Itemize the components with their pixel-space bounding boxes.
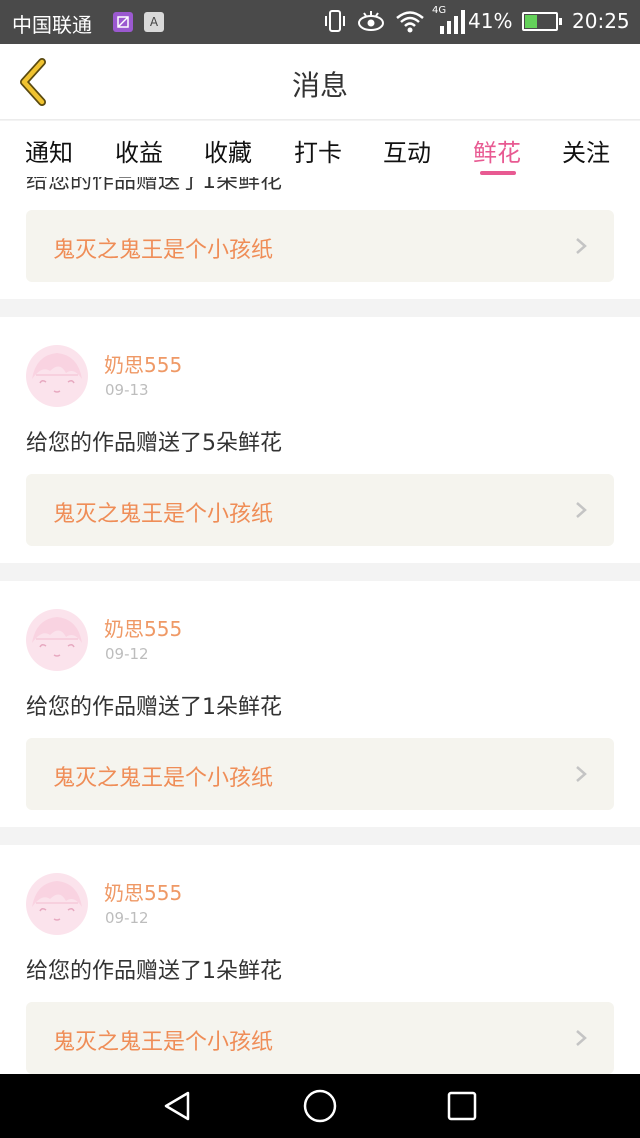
username[interactable]: 奶思555 (104, 877, 182, 906)
recents-square-icon[interactable] (444, 1088, 480, 1124)
tab-bar: 通知 收益 收藏 打卡 互动 鲜花 关注 (0, 121, 640, 177)
system-nav-bar (0, 1074, 640, 1138)
work-title: 鬼灭之鬼王是个小孩纸 (53, 1030, 274, 1055)
message-text: 给您的作品赠送了5朵鲜花 (26, 431, 282, 456)
username[interactable]: 奶思555 (104, 349, 182, 378)
battery-percent: 41% (468, 9, 513, 33)
home-circle-icon[interactable] (302, 1088, 338, 1124)
work-title: 鬼灭之鬼王是个小孩纸 (53, 502, 274, 527)
page-title: 消息 (291, 69, 348, 102)
message-text: 给您的作品赠送了1朵鲜花 (26, 695, 282, 720)
message-text: 给您的作品赠送了1朵鲜花 (26, 959, 282, 984)
message-date: 09-12 (105, 909, 149, 927)
username[interactable]: 奶思555 (104, 613, 182, 642)
chevron-right-icon (576, 502, 587, 518)
work-link[interactable]: 鬼灭之鬼王是个小孩纸 (26, 738, 614, 810)
active-tab-indicator (480, 171, 516, 175)
signal-icon (436, 8, 466, 40)
list-item: 奶思555 09-12 给您的作品赠送了1朵鲜花 鬼灭之鬼王是个小孩纸 (0, 581, 640, 827)
gallery-notification-icon (113, 12, 133, 32)
message-date: 09-13 (105, 381, 149, 399)
battery-icon (522, 12, 562, 31)
work-title: 鬼灭之鬼王是个小孩纸 (53, 238, 274, 263)
user-avatar[interactable] (26, 609, 88, 671)
list-item: 给您的作品赠送了1朵鲜花 鬼灭之鬼王是个小孩纸 (0, 177, 640, 299)
chevron-right-icon (576, 1030, 587, 1046)
tab-notifications[interactable]: 通知 (25, 133, 73, 168)
clock: 20:25 (572, 9, 630, 33)
vibrate-icon (322, 8, 348, 38)
tab-following[interactable]: 关注 (562, 133, 610, 168)
list-item: 奶思555 09-13 给您的作品赠送了5朵鲜花 鬼灭之鬼王是个小孩纸 (0, 317, 640, 563)
app-notification-icon: A (144, 12, 164, 32)
list-item: 奶思555 09-12 给您的作品赠送了1朵鲜花 鬼灭之鬼王是个小孩纸 (0, 845, 640, 1074)
chevron-right-icon (576, 766, 587, 782)
tab-flowers[interactable]: 鲜花 (473, 133, 521, 168)
work-link[interactable]: 鬼灭之鬼王是个小孩纸 (26, 474, 614, 546)
header-bar: 消息 (0, 44, 640, 120)
user-avatar[interactable] (26, 345, 88, 407)
tab-earnings[interactable]: 收益 (115, 133, 163, 168)
back-triangle-icon[interactable] (160, 1088, 196, 1124)
tab-checkin[interactable]: 打卡 (294, 133, 342, 168)
work-link[interactable]: 鬼灭之鬼王是个小孩纸 (26, 210, 614, 282)
message-text: 给您的作品赠送了1朵鲜花 (26, 177, 282, 194)
work-link[interactable]: 鬼灭之鬼王是个小孩纸 (26, 1002, 614, 1074)
battery-level-fill (525, 15, 537, 28)
message-date: 09-12 (105, 645, 149, 663)
tab-interactions[interactable]: 互动 (383, 133, 431, 168)
status-bar: 中国联通 A 4G 41% 20:25 (0, 0, 640, 44)
carrier-label: 中国联通 (12, 13, 92, 37)
work-title: 鬼灭之鬼王是个小孩纸 (53, 766, 274, 791)
tab-favorites[interactable]: 收藏 (204, 133, 252, 168)
eye-comfort-icon (356, 8, 386, 38)
user-avatar[interactable] (26, 873, 88, 935)
wifi-icon (394, 8, 426, 38)
chevron-right-icon (576, 238, 587, 254)
message-list[interactable]: 给您的作品赠送了1朵鲜花 鬼灭之鬼王是个小孩纸 奶思555 09-13 给您的作… (0, 177, 640, 1074)
